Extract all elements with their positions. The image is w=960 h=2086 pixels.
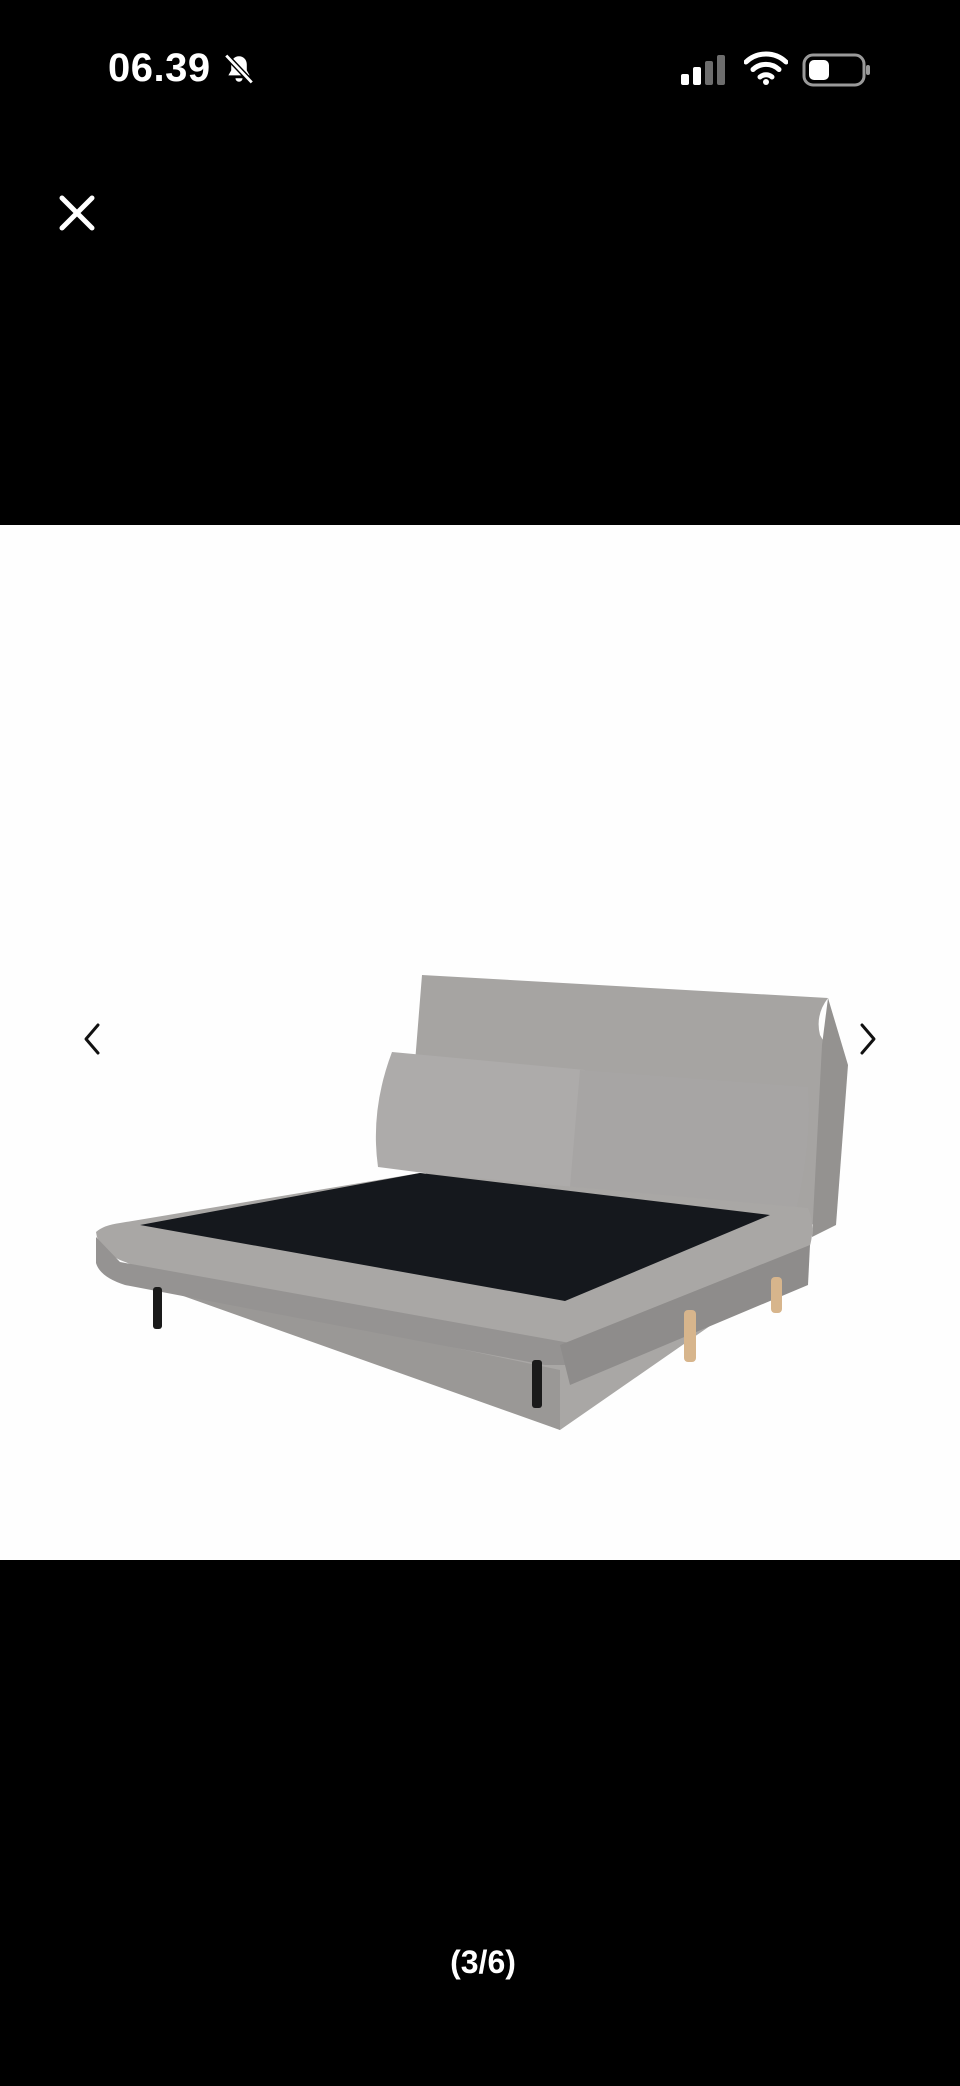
image-counter: (3/6) — [450, 1944, 516, 1980]
battery-icon — [802, 53, 870, 87]
sofa-bed-image — [96, 975, 848, 1430]
status-bar: 06.39 — [0, 0, 960, 140]
chevron-right-icon[interactable] — [848, 1013, 888, 1065]
close-icon[interactable] — [50, 186, 104, 240]
bell-slash-icon — [224, 53, 254, 85]
product-image-panel — [0, 525, 960, 1560]
status-time: 06.39 — [108, 46, 211, 90]
wifi-icon — [744, 51, 788, 85]
cellular-signal-icon — [681, 55, 725, 85]
chevron-left-icon[interactable] — [72, 1013, 112, 1065]
